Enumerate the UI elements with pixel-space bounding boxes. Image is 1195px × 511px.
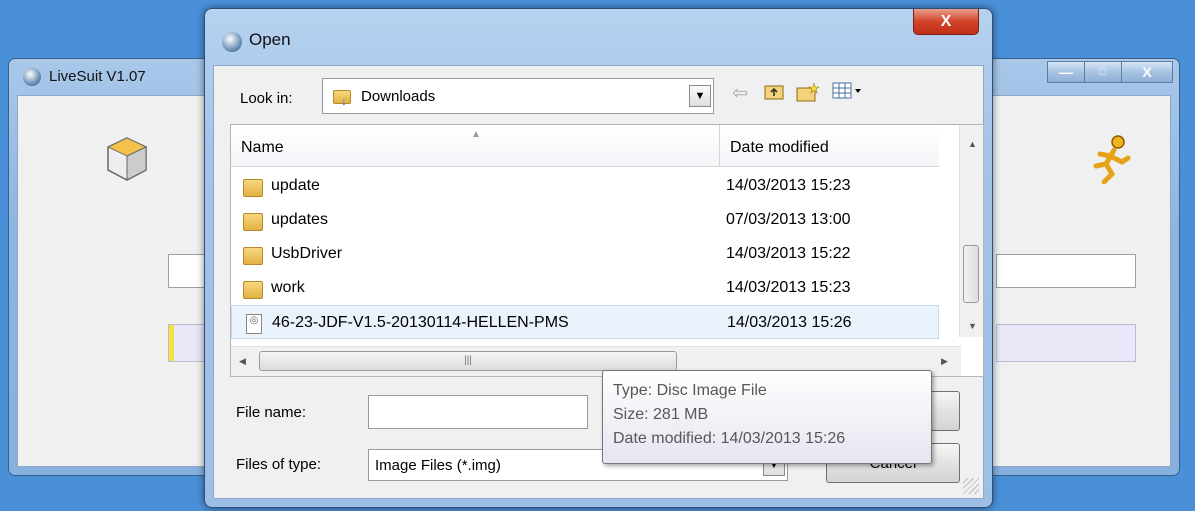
tooltip-size: Size: 281 MB (613, 406, 709, 423)
file-name-label: File name: (236, 404, 307, 421)
date-column-label: Date modified (730, 139, 829, 156)
vertical-scrollbar[interactable]: ▲ ▼ (959, 125, 983, 337)
list-item[interactable]: update 14/03/2013 15:23 (231, 169, 939, 203)
resize-grip[interactable] (963, 478, 979, 494)
disc-image-icon: ◎ (246, 314, 262, 334)
item-name: 46-23-JDF-V1.5-20130114-HELLEN-PMS (272, 314, 569, 331)
maximize-button[interactable]: □ (1084, 61, 1122, 83)
look-in-dropdown[interactable]: ↓ Downloads ▼ (322, 78, 714, 114)
tooltip-date: Date modified: 14/03/2013 15:26 (613, 430, 846, 447)
scroll-right-icon[interactable]: ▶ (941, 356, 948, 367)
file-list[interactable]: Name ▲ Date modified update 14/03/2013 1… (230, 124, 984, 377)
item-date: 14/03/2013 15:23 (726, 279, 851, 296)
dialog-client-area: Look in: ↓ Downloads ▼ ⇦ Name ▲ Date mod… (213, 65, 984, 499)
view-menu-icon[interactable] (832, 82, 864, 106)
folder-icon (243, 281, 263, 299)
close-icon: X (1142, 64, 1152, 80)
list-item-selected[interactable]: ◎ 46-23-JDF-V1.5-20130114-HELLEN-PMS 14/… (231, 305, 939, 339)
tooltip-type: Type: Disc Image File (613, 382, 767, 399)
item-date: 14/03/2013 15:23 (726, 177, 851, 194)
minimize-button[interactable]: — (1047, 61, 1085, 83)
minimize-icon: — (1059, 64, 1073, 80)
dialog-title: Open (249, 30, 291, 49)
horizontal-scroll-thumb[interactable]: ||| (259, 351, 677, 371)
scroll-up-icon[interactable]: ▲ (968, 139, 977, 149)
item-date: 14/03/2013 15:22 (726, 245, 851, 262)
close-icon: X (940, 12, 952, 30)
firmware-box-icon[interactable] (106, 136, 148, 182)
progress-bar-right (996, 324, 1136, 362)
sort-ascending-icon: ▲ (471, 129, 481, 140)
up-folder-icon[interactable] (764, 82, 784, 106)
look-in-label: Look in: (240, 90, 293, 107)
files-of-type-label: Files of type: (236, 456, 322, 473)
item-name: update (271, 177, 320, 194)
back-icon[interactable]: ⇦ (732, 82, 748, 105)
list-item[interactable]: updates 07/03/2013 13:00 (231, 203, 939, 237)
item-date: 14/03/2013 15:26 (727, 314, 852, 331)
run-upgrade-icon[interactable] (1088, 134, 1134, 184)
item-name: work (271, 279, 305, 296)
folder-icon (243, 179, 263, 197)
dialog-app-icon (222, 32, 242, 52)
item-date: 07/03/2013 13:00 (726, 211, 851, 228)
files-of-type-value: Image Files (*.img) (375, 457, 501, 474)
dialog-close-button[interactable]: X (913, 9, 979, 35)
folder-icon (243, 213, 263, 231)
file-name-input[interactable] (368, 395, 588, 429)
livesuit-app-icon (23, 68, 41, 86)
list-item[interactable]: UsbDriver 14/03/2013 15:22 (231, 237, 939, 271)
list-item[interactable]: work 14/03/2013 15:23 (231, 271, 939, 305)
scroll-down-icon[interactable]: ▼ (968, 321, 977, 331)
download-arrow-icon: ↓ (341, 94, 347, 108)
vertical-scroll-thumb[interactable] (963, 245, 979, 303)
image-path-field-right (996, 254, 1136, 288)
chevron-down-icon[interactable]: ▼ (689, 85, 711, 107)
livesuit-title: LiveSuit V1.07 (49, 68, 146, 85)
date-column-header[interactable]: Date modified (719, 125, 939, 167)
maximize-icon: □ (1099, 66, 1107, 78)
name-column-label: Name (241, 139, 284, 156)
file-info-tooltip: Type: Disc Image File Size: 281 MB Date … (602, 370, 932, 464)
livesuit-close-button[interactable]: X (1121, 61, 1173, 83)
item-name: updates (271, 211, 328, 228)
new-folder-icon[interactable] (796, 82, 820, 108)
scroll-left-icon[interactable]: ◀ (239, 356, 246, 367)
folder-icon (243, 247, 263, 265)
look-in-value: Downloads (361, 88, 436, 105)
item-name: UsbDriver (271, 245, 343, 262)
name-column-header[interactable]: Name ▲ (231, 125, 719, 167)
open-dialog: Open X Look in: ↓ Downloads ▼ ⇦ Name ▲ D… (204, 8, 993, 508)
